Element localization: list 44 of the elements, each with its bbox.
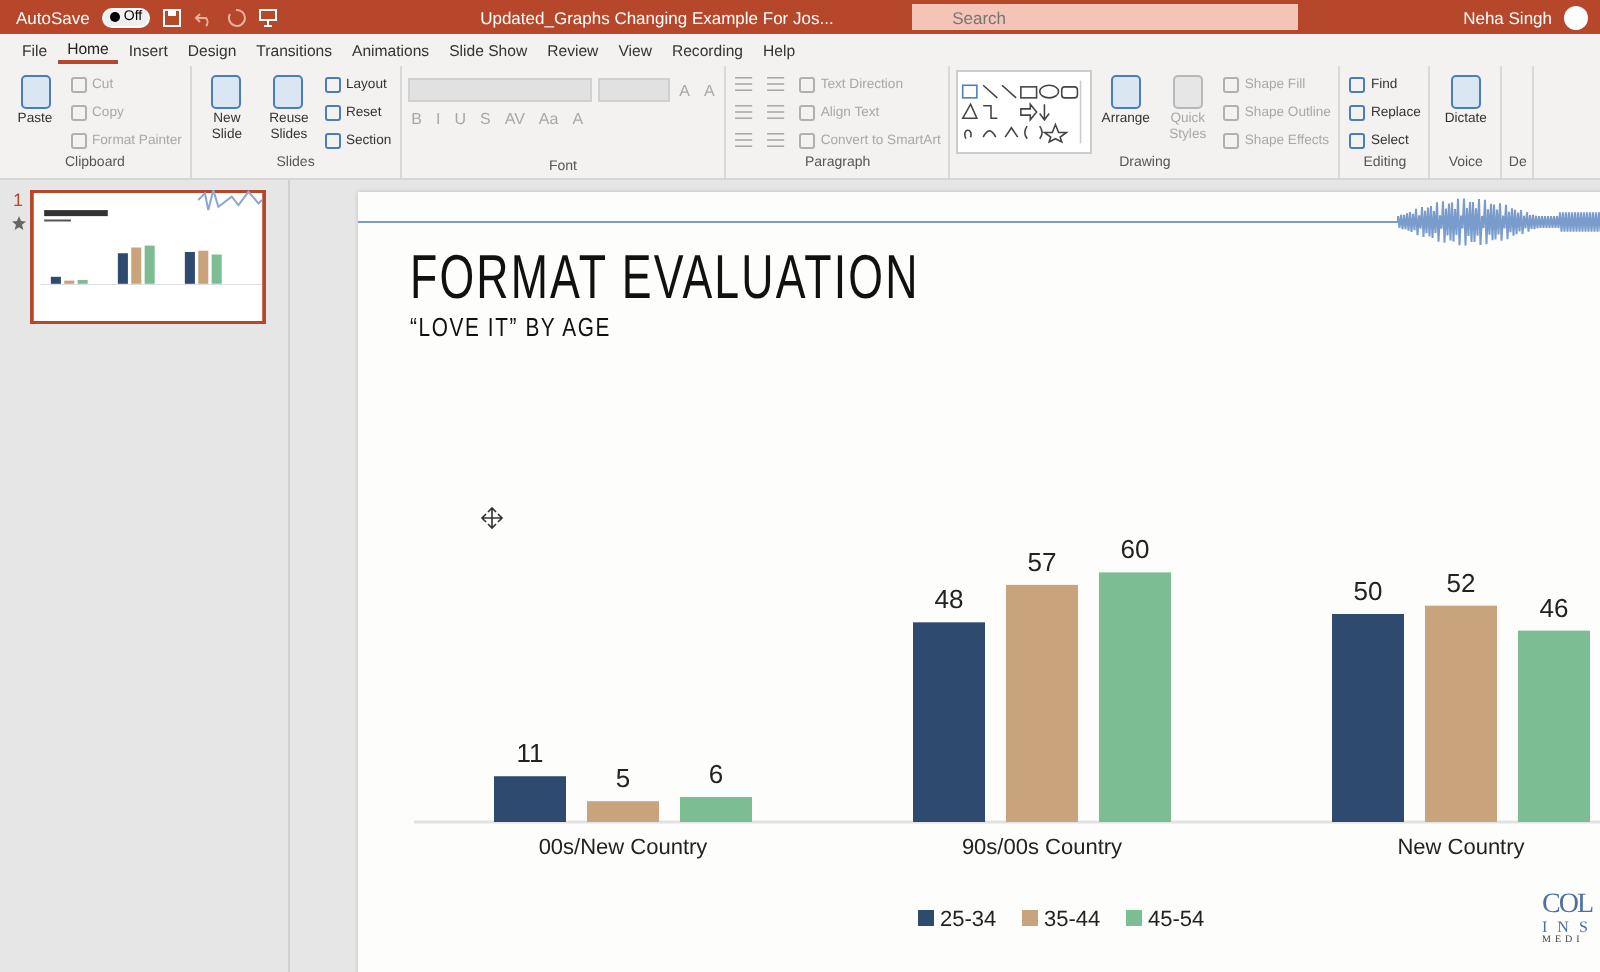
slide-thumbnail[interactable] (30, 190, 266, 324)
slide-number: 1 (12, 190, 23, 210)
redo-icon[interactable] (226, 7, 247, 27)
logo-text: COL (1542, 892, 1595, 920)
data-label: 46 (1539, 592, 1569, 623)
search-field[interactable]: Search (912, 4, 1299, 30)
category-label: 90s/00s Country (961, 836, 1123, 860)
data-label: 11 (516, 738, 544, 769)
bar (587, 801, 659, 822)
user-name: Neha Singh (1463, 7, 1552, 27)
data-label: 6 (708, 759, 724, 790)
logo-text: INS (1542, 920, 1598, 936)
data-label: 52 (1446, 567, 1476, 598)
legend-swatch (918, 910, 934, 926)
save-icon[interactable] (162, 7, 183, 27)
avatar-icon[interactable] (1564, 5, 1588, 29)
star-icon (11, 216, 25, 230)
file-name[interactable]: Updated_Graphs Changing Example For Jos... (480, 7, 891, 27)
legend-swatch (1022, 910, 1038, 926)
slide-title: FORMAT EVALUATION (410, 242, 920, 314)
category-label: 00s/New Country (538, 836, 708, 860)
move-cursor-icon (480, 506, 504, 530)
data-label: 5 (615, 763, 631, 794)
tool-icon (1445, 72, 1486, 112)
tool-icon (268, 72, 309, 112)
legend-label: 45-54 (1148, 908, 1205, 932)
data-label: 48 (934, 584, 964, 615)
autosave-label: AutoSave (16, 7, 90, 27)
legend-swatch (1126, 910, 1142, 926)
data-label: 60 (1120, 534, 1150, 565)
shapes-gallery[interactable] (956, 70, 1093, 154)
tool-icon (15, 72, 55, 112)
bar (494, 776, 566, 822)
tool-icon (1105, 72, 1146, 112)
data-label: 57 (1027, 546, 1057, 577)
tool-icon (1167, 72, 1208, 112)
slide-subtitle: “LOVE IT” BY AGE (410, 312, 611, 342)
bar (680, 797, 752, 822)
legend-label: 35-44 (1044, 908, 1101, 932)
presenter-icon[interactable] (258, 7, 279, 27)
tool-icon (206, 72, 247, 112)
category-label: New Country (1397, 836, 1525, 860)
legend-label: 25-34 (940, 908, 997, 932)
data-label: 50 (1353, 576, 1383, 606)
